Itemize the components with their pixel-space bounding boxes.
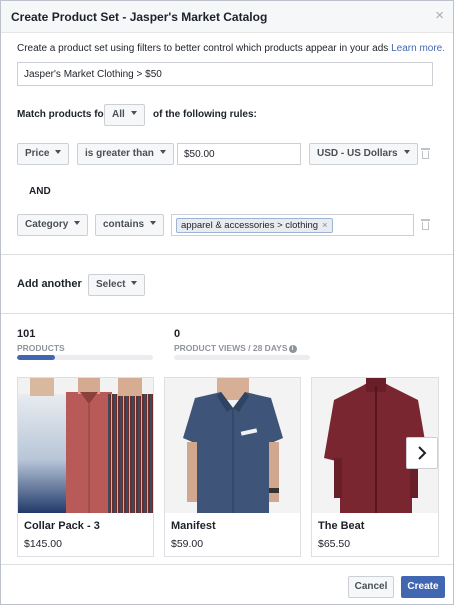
products-progress-bar (17, 355, 153, 360)
intro-text: Create a product set using filters to be… (17, 43, 445, 54)
product-set-name-input[interactable] (17, 62, 433, 86)
match-prefix-label: Match products for (17, 109, 108, 120)
shirts-picture (18, 378, 153, 513)
rule-1-field-dropdown[interactable]: Price (17, 143, 70, 165)
product-price: $145.00 (24, 538, 62, 550)
product-price: $65.50 (318, 538, 351, 550)
next-products-button[interactable] (406, 437, 438, 469)
rule-1-operator-dropdown[interactable]: is greater than (77, 143, 174, 165)
product-views-label: PRODUCT VIEWS / 28 DAYS (174, 343, 288, 353)
product-views-progress-bar (174, 355, 310, 360)
match-mode-dropdown[interactable]: All (104, 104, 145, 126)
dialog-title: Create Product Set - Jasper's Market Cat… (11, 10, 268, 24)
caret-down-icon (131, 281, 138, 286)
product-image-collar-pack (18, 378, 153, 513)
rule-2-token-input[interactable]: apparel & accessories > clothing × (171, 214, 414, 236)
caret-down-icon (130, 111, 137, 116)
trash-icon[interactable] (421, 219, 430, 230)
rule-1-value-input[interactable] (177, 143, 301, 165)
rule-1-currency-dropdown[interactable]: USD - US Dollars (309, 143, 418, 165)
category-token: apparel & accessories > clothing × (176, 218, 333, 233)
products-progress-fill (17, 355, 56, 360)
products-label: PRODUCTS (17, 343, 65, 353)
product-name: Collar Pack - 3 (24, 520, 100, 532)
create-button[interactable]: Create (401, 576, 445, 598)
caret-down-icon (55, 150, 62, 155)
token-remove-icon[interactable]: × (322, 220, 328, 231)
close-icon[interactable]: × (435, 8, 444, 24)
match-suffix-label: of the following rules: (153, 109, 257, 120)
category-token-label: apparel & accessories > clothing (181, 220, 319, 231)
product-card[interactable]: Collar Pack - 3 $145.00 (17, 377, 154, 557)
product-name: The Beat (318, 520, 365, 532)
trash-icon[interactable] (421, 148, 430, 159)
add-another-label: Add another (17, 278, 82, 290)
info-icon[interactable]: i (288, 345, 297, 353)
cancel-button[interactable]: Cancel (348, 576, 394, 598)
product-card[interactable]: Manifest $59.00 (164, 377, 301, 557)
rule-1-currency-value: USD - US Dollars (317, 148, 398, 159)
footer-divider (1, 564, 453, 565)
shirt-picture (165, 378, 300, 513)
products-count: 101 (17, 328, 36, 340)
product-price: $59.00 (171, 538, 204, 550)
learn-more-link[interactable]: Learn more. (391, 43, 445, 54)
rule-2-operator-dropdown[interactable]: contains (95, 214, 165, 236)
caret-down-icon (159, 150, 166, 155)
dialog-header: Create Product Set - Jasper's Market Cat… (1, 1, 453, 33)
match-mode-value: All (112, 109, 125, 120)
caret-down-icon (74, 221, 81, 226)
product-image-manifest (165, 378, 300, 513)
add-rule-select-value: Select (96, 279, 126, 290)
create-product-set-dialog: Create Product Set - Jasper's Market Cat… (0, 0, 454, 605)
add-rule-select-dropdown[interactable]: Select (88, 274, 146, 296)
divider (1, 254, 453, 255)
rule-2-operator-value: contains (103, 219, 145, 230)
rule-2-field-value: Category (25, 219, 69, 230)
product-views-count: 0 (174, 328, 181, 340)
and-conjunction: AND (29, 186, 51, 197)
rule-1-operator-value: is greater than (85, 148, 154, 159)
product-name: Manifest (171, 520, 216, 532)
rule-1-field-value: Price (25, 148, 50, 159)
divider (1, 313, 453, 314)
product-views-label-group: PRODUCT VIEWS / 28 DAYS i (174, 343, 297, 353)
chevron-right-icon (418, 446, 427, 460)
caret-down-icon (150, 221, 157, 226)
caret-down-icon (403, 150, 410, 155)
rule-2-field-dropdown[interactable]: Category (17, 214, 89, 236)
intro-description: Create a product set using filters to be… (17, 43, 389, 54)
